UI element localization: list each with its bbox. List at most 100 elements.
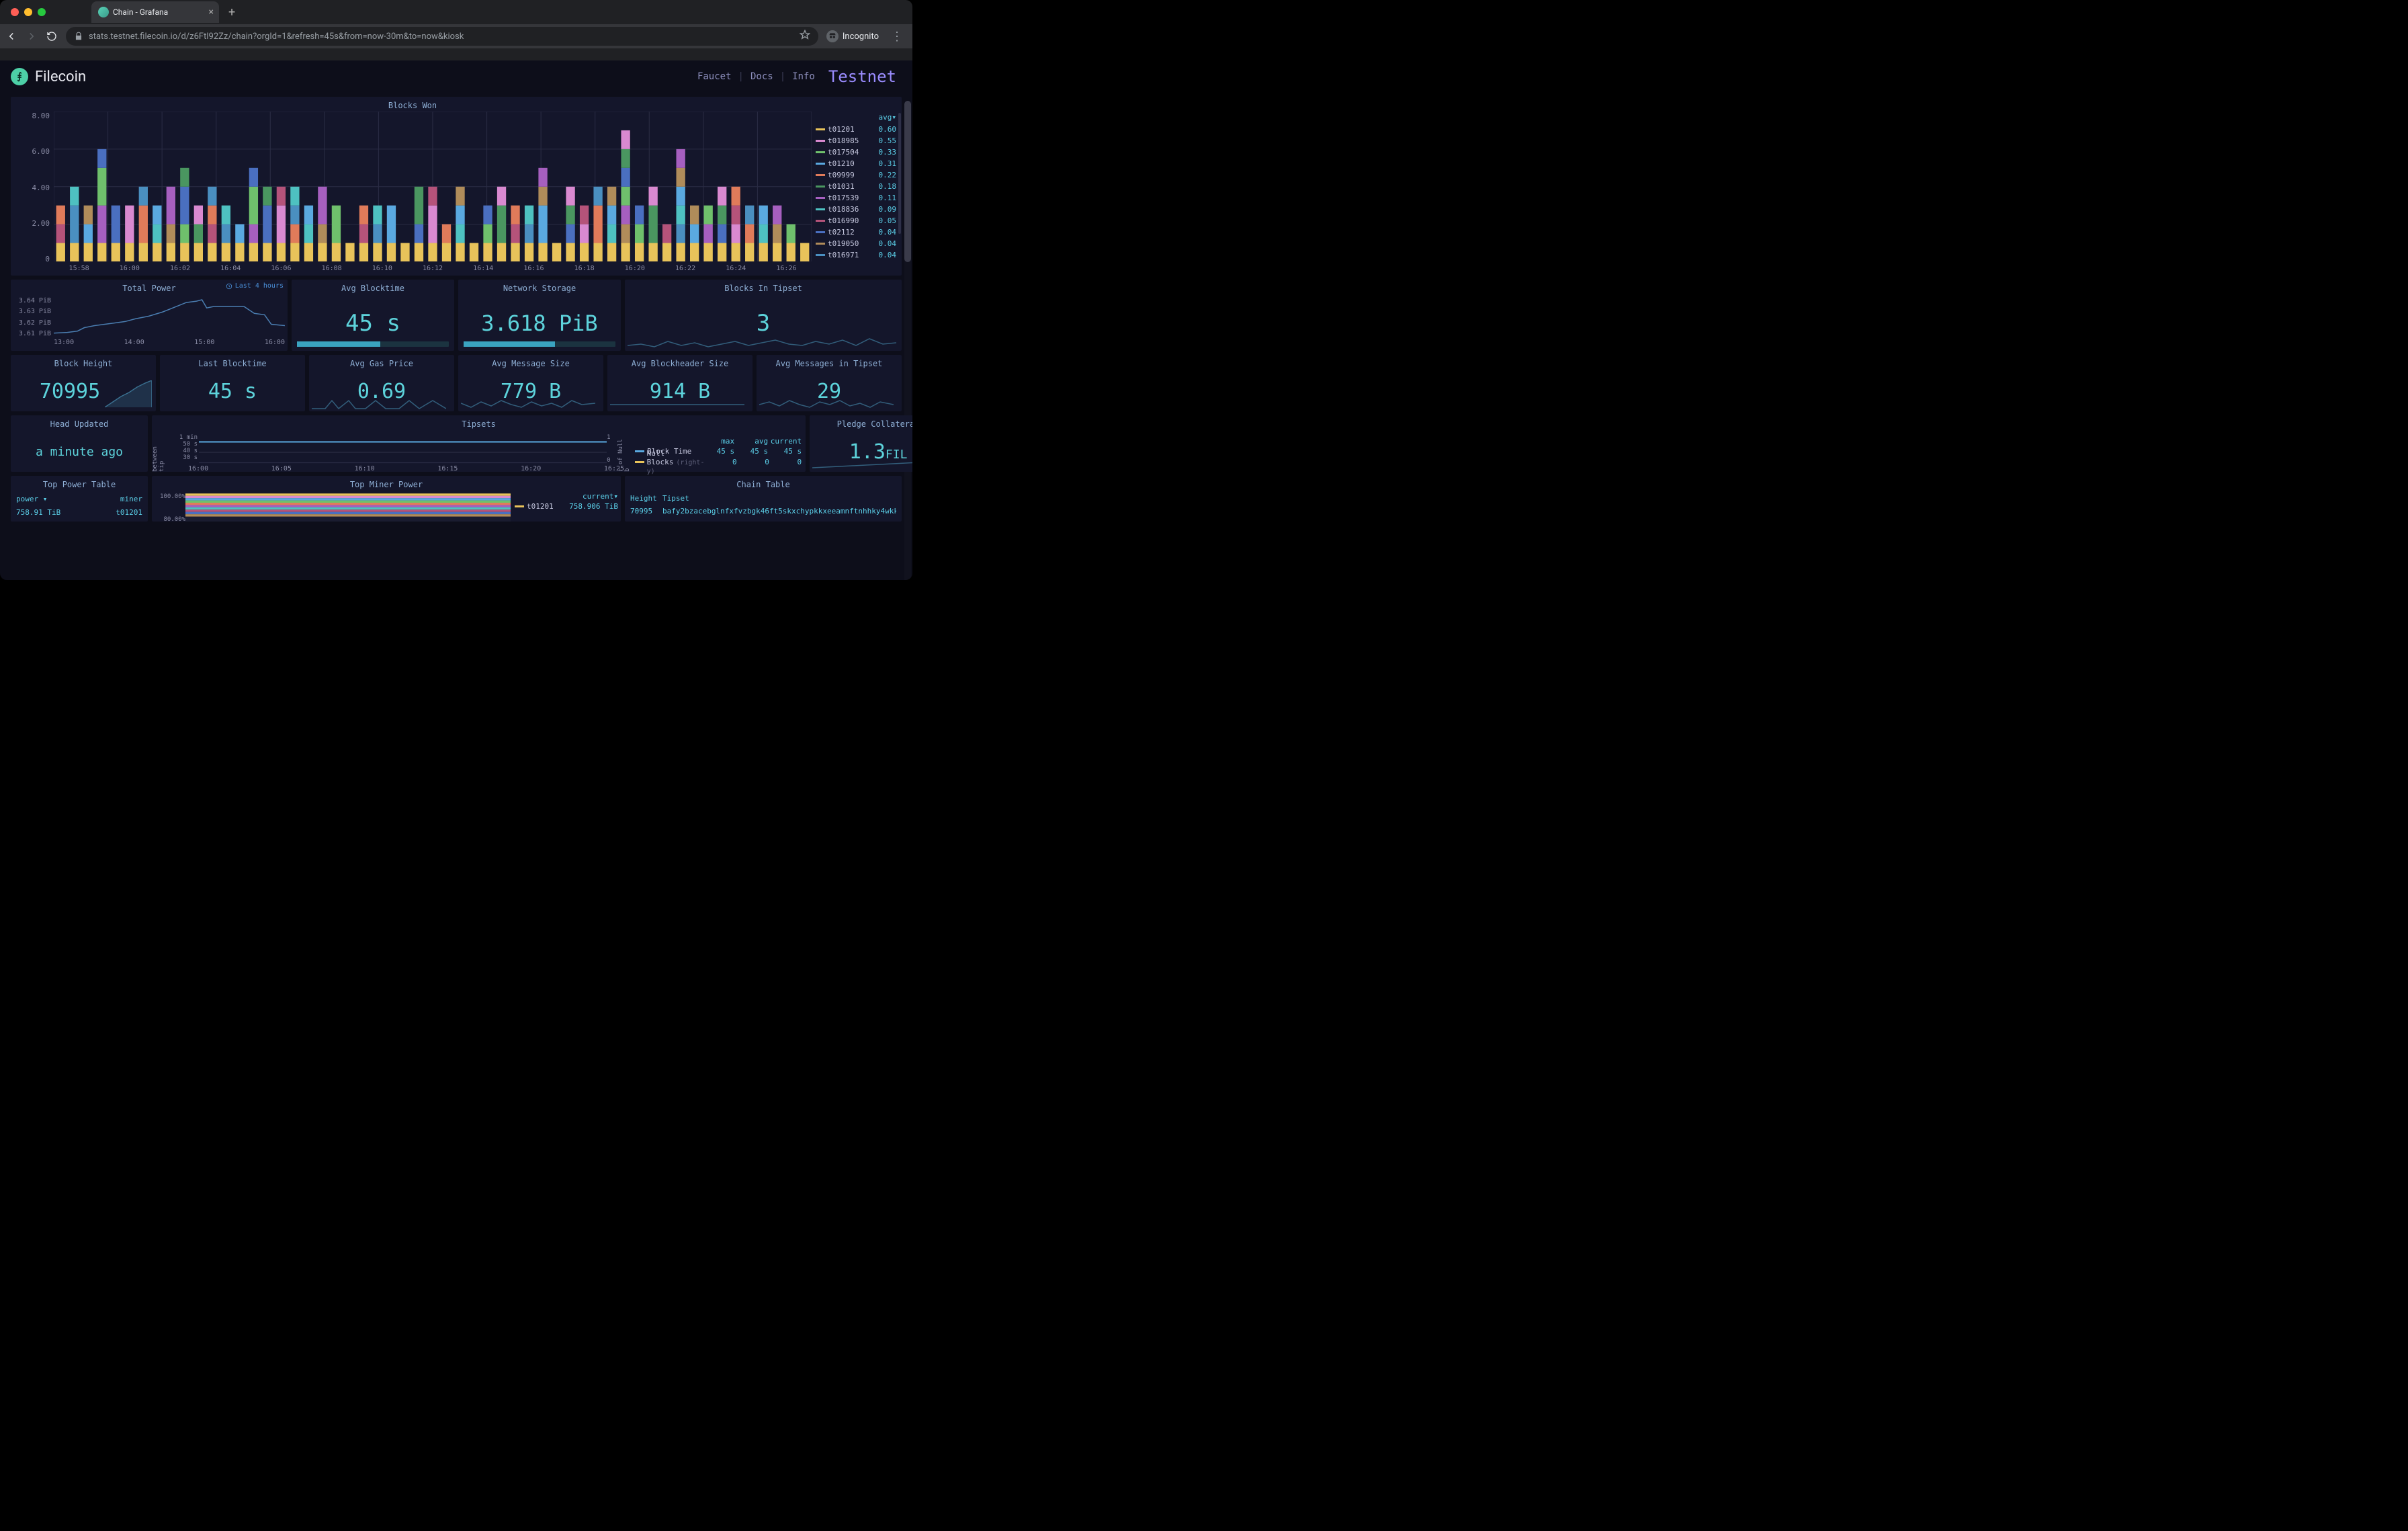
legend-item[interactable]: t012010.60: [816, 124, 896, 135]
tipsets-legend: max avg current Block Time45 s45 s45 sNu…: [631, 431, 806, 473]
panel-tipsets: Tipsets between tip 1 min50 s40 s30 s 1 …: [152, 415, 806, 472]
table-header[interactable]: power ▾ miner: [11, 492, 148, 506]
top-miner-power-chart[interactable]: [185, 492, 511, 522]
incognito-badge[interactable]: Incognito: [826, 30, 879, 42]
brand-name: Filecoin: [35, 69, 86, 85]
grafana-favicon: [98, 7, 109, 17]
legend-item[interactable]: t0175040.33: [816, 147, 896, 158]
blocks-won-xaxis: 15:5816:0016:0216:0416:0616:0816:1016:12…: [54, 265, 812, 274]
sparkline: [610, 395, 744, 410]
panel-title: Block Height: [11, 355, 156, 371]
reload-icon[interactable]: [46, 30, 58, 42]
col-tipset[interactable]: Tipset: [662, 494, 896, 503]
panel-top-power-table: Top Power Table power ▾ miner 758.91 TiB…: [11, 476, 148, 522]
stat-row-3: Block Height 70995 Last Blocktime 45 s A…: [11, 355, 902, 411]
legend-sort-current[interactable]: current▾: [583, 492, 618, 501]
col-miner[interactable]: miner: [102, 495, 142, 503]
col-power[interactable]: power ▾: [16, 495, 102, 503]
scrollbar-thumb[interactable]: [904, 101, 911, 262]
panel-title: Head Updated: [11, 415, 148, 431]
table-header[interactable]: Height Tipset: [625, 492, 902, 505]
url-text: stats.testnet.filecoin.io/d/z6Ftl92Zz/ch…: [89, 32, 464, 42]
panel-title: Last Blocktime: [160, 355, 305, 371]
link-docs[interactable]: Docs: [750, 71, 773, 82]
legend-item[interactable]: t021120.04: [816, 226, 896, 238]
window-min-dot[interactable]: [24, 8, 32, 16]
legend-item[interactable]: t0169900.05: [816, 215, 896, 226]
clock-icon: [226, 283, 232, 290]
panel-title: Top Miner Power: [152, 476, 621, 492]
stat-value: 3.618 PiB: [481, 311, 597, 336]
close-tab-icon[interactable]: ×: [209, 7, 214, 17]
panel-title: Blocks In Tipset: [625, 280, 902, 296]
panel-avg-gas-price: Avg Gas Price 0.69: [309, 355, 454, 411]
blocks-won-chart[interactable]: [54, 112, 812, 261]
stat-gauge: [297, 341, 449, 347]
panel-avg-messages-in-tipset: Avg Messages in Tipset 29: [757, 355, 902, 411]
tipsets-xaxis: 16:0016:0516:1016:1516:2016:25: [188, 465, 624, 473]
panel-chain-table: Chain Table Height Tipset 70995bafy2bzac…: [625, 476, 902, 522]
panel-network-storage: Network Storage 3.618 PiB: [458, 280, 621, 351]
panel-block-height: Block Height 70995: [11, 355, 156, 411]
total-power-yaxis: 3.64 PiB3.63 PiB3.62 PiB3.61 PiB: [13, 297, 51, 337]
sparkline: [461, 395, 595, 410]
stat-gauge: [464, 341, 615, 347]
panel-title: Avg Blocktime: [292, 280, 454, 296]
blocks-won-legend[interactable]: avg▾ t012010.60t0189850.55t0175040.33t01…: [814, 97, 902, 276]
incognito-icon: [826, 30, 838, 42]
legend-item[interactable]: t0169710.04: [816, 249, 896, 261]
legend-item[interactable]: t0189850.55: [816, 135, 896, 147]
panel-title: Network Storage: [458, 280, 621, 296]
legend-item[interactable]: t010310.18: [816, 181, 896, 192]
panel-title: Chain Table: [625, 476, 902, 492]
tmp-yaxis: 100.00% 80.00%: [155, 492, 185, 522]
stat-row-2: Total Power Last 4 hours 3.64 PiB3.63 Pi…: [11, 280, 902, 351]
legend-item[interactable]: t099990.22: [816, 169, 896, 181]
window-close-dot[interactable]: [11, 8, 19, 16]
panel-top-miner-power: Top Miner Power 100.00% 80.00%: [152, 476, 621, 522]
incognito-label: Incognito: [843, 32, 879, 42]
tab-title: Chain - Grafana: [113, 7, 168, 17]
sparkline: [628, 335, 896, 349]
table-row[interactable]: 70995bafy2bzacebglnfxfvzbgk46ft5skxchypk…: [625, 505, 902, 518]
window-max-dot[interactable]: [38, 8, 46, 16]
legend-item[interactable]: Null Blocks(right-y)000: [635, 456, 802, 467]
back-icon[interactable]: [5, 30, 17, 42]
blocks-won-yaxis: 8.006.004.002.000: [11, 112, 50, 263]
legend-item[interactable]: t0188360.09: [816, 204, 896, 215]
total-power-chart[interactable]: [54, 297, 285, 338]
stat-value: 45 s: [345, 310, 400, 337]
legend-scrollbar[interactable]: [898, 113, 901, 234]
legend-item[interactable]: t0190500.04: [816, 238, 896, 249]
legend-sort-avg[interactable]: avg▾: [879, 113, 897, 122]
table-row[interactable]: 758.91 TiBt01201: [11, 506, 148, 519]
env-label: Testnet: [828, 67, 896, 86]
legend-item[interactable]: t0175390.11: [816, 192, 896, 204]
address-bar[interactable]: stats.testnet.filecoin.io/d/z6Ftl92Zz/ch…: [66, 27, 818, 46]
time-range-badge[interactable]: Last 4 hours: [226, 282, 284, 290]
panel-total-power: Total Power Last 4 hours 3.64 PiB3.63 Pi…: [11, 280, 288, 351]
stat-row-4: Head Updated a minute ago Tipsets betwee…: [11, 415, 902, 472]
total-power-xaxis: 13:0014:0015:0016:00: [54, 339, 285, 347]
panel-pledge-collateral: Pledge Collateral 1.3FIL: [810, 415, 912, 472]
panel-title: Blocks Won: [11, 97, 814, 113]
link-faucet[interactable]: Faucet: [697, 71, 732, 82]
legend-item[interactable]: t01201758.906 TiB: [515, 501, 618, 511]
bookmark-icon[interactable]: [800, 30, 810, 43]
panel-last-blocktime: Last Blocktime 45 s: [160, 355, 305, 411]
new-tab-button[interactable]: +: [224, 5, 239, 19]
tipsets-y-left-label: between tip: [152, 431, 165, 473]
page-scrollbar[interactable]: [904, 101, 911, 580]
panel-title: Avg Messages in Tipset: [757, 355, 902, 371]
panel-blocks-won: Blocks Won 8.006.004.002.000 15:5816:001…: [11, 97, 902, 276]
link-info[interactable]: Info: [792, 71, 815, 82]
stat-value: 70995: [40, 380, 100, 403]
filecoin-logo-icon: ⨎: [11, 68, 28, 85]
stat-value: 45 s: [208, 380, 257, 403]
browser-tab[interactable]: Chain - Grafana ×: [91, 1, 219, 23]
panel-title: Top Power Table: [11, 476, 148, 492]
browser-menu-icon[interactable]: ⋮: [887, 30, 907, 44]
panel-title: Avg Gas Price: [309, 355, 454, 371]
legend-item[interactable]: t012100.31: [816, 158, 896, 169]
col-height[interactable]: Height: [630, 494, 662, 503]
